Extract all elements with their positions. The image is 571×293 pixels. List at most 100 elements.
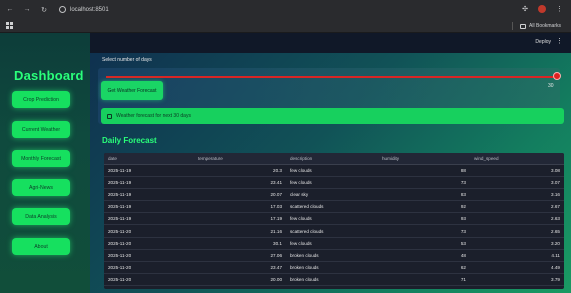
table-row: 2025-11-20 30.1 few clouds 53 3.20 [104,237,564,250]
table-row: 2025-11-19 23.41 few clouds 73 3.07 [104,176,564,189]
app-header: Deploy ⋮ [90,33,571,53]
reload-icon[interactable]: ↻ [40,6,48,14]
table-row: 2025-11-19 20.07 clear sky 83 3.16 [104,188,564,202]
forecast-info-text: Weather forecast for next 30 days [116,113,191,119]
cell-humidity: 48 [378,249,470,263]
cell-wind-speed: 3.79 [470,273,564,287]
cell-temperature: 21.16 [194,224,286,238]
site-info-icon[interactable] [59,6,66,13]
sidebar-item-data-analysis[interactable]: Data Analysis [12,208,70,225]
browser-menu-icon[interactable]: ⋮ [556,5,563,13]
cell-description: broken clouds [286,249,378,263]
browser-toolbar: ← → ↻ localhost:8501 [0,0,571,19]
folder-icon [520,23,527,29]
back-icon[interactable]: ← [6,6,14,14]
cell-description: few clouds [286,164,378,177]
address-bar-url[interactable]: localhost:8501 [70,7,109,13]
column-header-wind-speed[interactable]: wind_speed [470,153,564,165]
cell-wind-speed: 2.63 [470,212,564,226]
cell-temperature: 23.47 [194,261,286,275]
table-row: 2025-11-20 21.16 scattered clouds 73 2.65 [104,224,564,238]
sidebar-item-agri-news[interactable]: Agri-News [12,179,70,196]
cell-date: 2025-11-20 [104,261,194,275]
cell-wind-speed: 2.67 [470,200,564,214]
cell-temperature: 17.19 [194,212,286,226]
bookmarks-divider [512,22,514,30]
sidebar-title: Dashboard [14,68,84,83]
cell-humidity: 83 [378,188,470,202]
cell-wind-speed: 4.49 [470,261,564,275]
all-bookmarks-label: All Bookmarks [529,23,561,29]
cell-date: 2025-11-20 [104,237,194,250]
cell-wind-speed: 3.20 [470,237,564,250]
cell-wind-speed: 4.11 [470,249,564,263]
bookmarks-bar: All Bookmarks [0,19,571,33]
cell-wind-speed: 3.16 [470,188,564,202]
cell-temperature: 27.06 [194,249,286,263]
cell-humidity: 73 [378,224,470,238]
table-row: 2025-11-19 20.3 few clouds 88 3.08 [104,164,564,177]
cell-description: scattered clouds [286,224,378,238]
days-slider-value: 30 [548,83,554,89]
forecast-info-alert: Weather forecast for next 30 days [101,108,564,124]
browser-chrome: ← → ↻ localhost:8501 ✣ ⋮ All Bookmarks [0,0,571,33]
cell-description: broken clouds [286,261,378,275]
cell-humidity: 73 [378,176,470,189]
cell-temperature: 23.41 [194,176,286,189]
column-header-temperature[interactable]: temperature [194,153,286,165]
cell-description: few clouds [286,212,378,226]
profile-avatar[interactable] [538,5,546,13]
days-slider-label: Select number of days [102,57,152,63]
cell-wind-speed: 2.65 [470,224,564,238]
apps-grid-icon[interactable] [6,22,13,29]
column-header-date[interactable]: date [104,153,194,165]
column-header-humidity[interactable]: humidity [378,153,470,165]
cell-date: 2025-11-20 [104,273,194,287]
cell-description: broken clouds [286,273,378,287]
sidebar-item-monthly-forecast[interactable]: Monthly Forecast [12,150,70,167]
main-content: Deploy ⋮ Select number of days 30 Get We… [90,33,571,293]
address-bar[interactable]: localhost:8501 [59,6,109,13]
forecast-table[interactable]: date temperature description humidity wi… [104,153,564,289]
column-header-description[interactable]: description [286,153,378,165]
table-row: 2025-11-20 20.00 broken clouds 71 3.79 [104,273,564,287]
all-bookmarks[interactable]: All Bookmarks [512,22,561,30]
cell-date: 2025-11-19 [104,164,194,177]
browser-actions: ✣ ⋮ [522,5,563,13]
cell-humidity: 62 [378,261,470,275]
cell-wind-speed: 3.07 [470,176,564,189]
cell-date: 2025-11-19 [104,176,194,189]
check-icon [107,113,112,119]
cell-description: clear sky [286,188,378,202]
deploy-button[interactable]: Deploy [535,39,551,45]
cell-humidity: 92 [378,200,470,214]
cell-description: few clouds [286,176,378,189]
sidebar: Dashboard Crop Prediction Current Weathe… [0,33,90,293]
sidebar-item-about[interactable]: About [12,238,70,255]
get-weather-forecast-button[interactable]: Get Weather Forecast [101,81,163,100]
cell-temperature: 20.3 [194,164,286,177]
extensions-icon[interactable]: ✣ [522,5,528,13]
app-menu-icon[interactable]: ⋮ [556,38,563,45]
sidebar-item-crop-prediction[interactable]: Crop Prediction [12,91,70,108]
cell-humidity: 71 [378,273,470,287]
cell-humidity: 53 [378,237,470,250]
daily-forecast-title: Daily Forecast [102,136,157,145]
cell-description: few clouds [286,237,378,250]
cell-date: 2025-11-20 [104,249,194,263]
cell-temperature: 17.03 [194,200,286,214]
cell-humidity: 88 [378,164,470,177]
table-row: 2025-11-19 17.19 few clouds 93 2.63 [104,212,564,226]
table-row: 2025-11-20 23.47 broken clouds 62 4.49 [104,261,564,275]
cell-date: 2025-11-19 [104,200,194,214]
sidebar-item-current-weather[interactable]: Current Weather [12,121,70,138]
days-slider-track[interactable] [106,76,556,78]
cell-temperature: 20.07 [194,188,286,202]
cell-wind-speed: 3.08 [470,164,564,177]
cell-temperature: 30.1 [194,237,286,250]
cell-humidity: 93 [378,212,470,226]
cell-temperature: 20.00 [194,273,286,287]
days-slider-thumb[interactable] [553,72,561,80]
cell-date: 2025-11-19 [104,212,194,226]
forward-icon[interactable]: → [23,6,31,14]
